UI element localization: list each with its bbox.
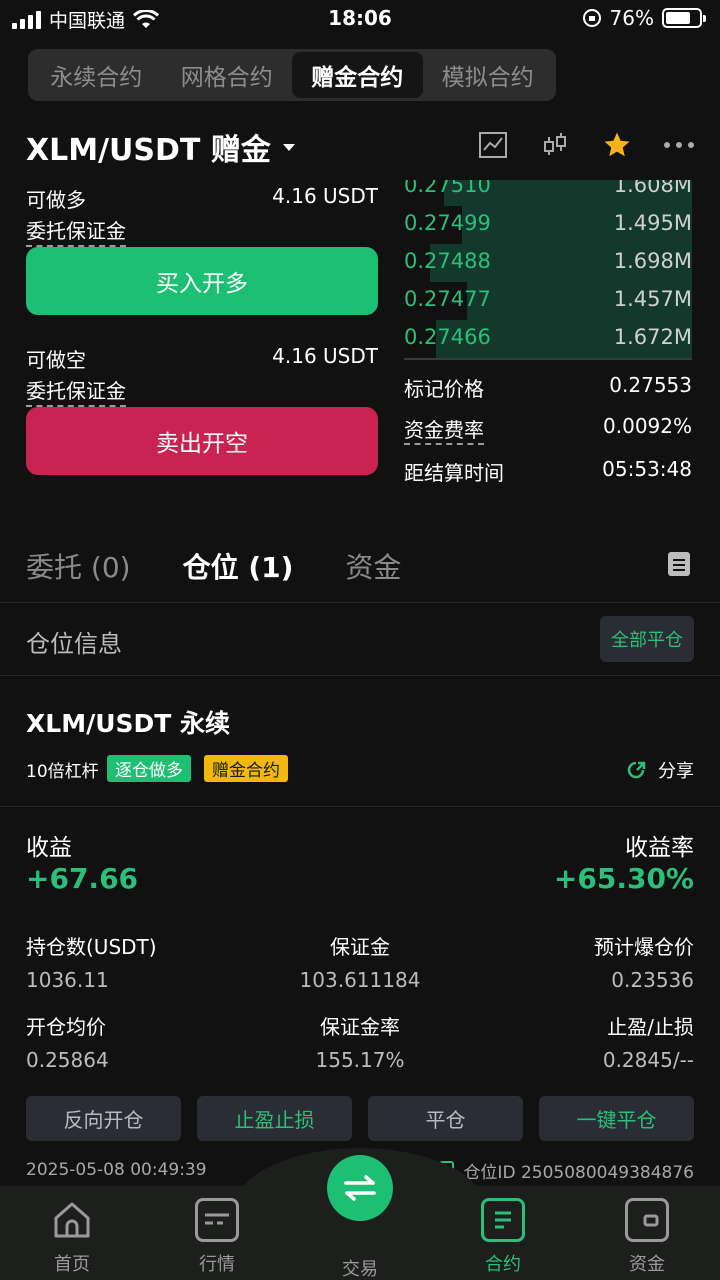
order-book: 0.27510 1.608M 0.27499 1.495M 0.27488 1.698… xyxy=(404,180,692,358)
funding-rate-row: 资金费率 0.0092% xyxy=(404,414,692,445)
position-id: 仓位ID 2505080049384876 xyxy=(433,1158,694,1183)
margin-mode-badge: 逐仓做多 xyxy=(107,755,191,782)
battery-percent: 76% xyxy=(609,6,654,30)
nav-contract[interactable]: 合约 xyxy=(453,1198,553,1276)
short-available-value: 4.16 USDT xyxy=(272,344,378,368)
tp-sl: 止盈/止损 0.2845/-- xyxy=(602,1015,694,1072)
roe-label: 收益率 xyxy=(625,835,694,861)
order-book-divider xyxy=(404,358,692,360)
market-icon xyxy=(195,1198,239,1242)
short-available-label: 可做空 xyxy=(26,348,86,372)
long-available-value: 4.16 USDT xyxy=(272,184,378,208)
wallet-icon xyxy=(625,1198,669,1242)
nav-trade-label: 交易 xyxy=(342,1259,378,1280)
reverse-open-button[interactable]: 反向开仓 xyxy=(26,1096,181,1141)
long-available-label: 可做多 xyxy=(26,188,86,212)
position-tabs: 委托 (0) 仓位 (1) 资金 xyxy=(26,546,401,586)
mark-price-row: 标记价格 0.27553 xyxy=(404,373,692,402)
divider xyxy=(0,675,720,676)
tab-grid[interactable]: 网格合约 xyxy=(162,52,293,98)
nav-market[interactable]: 行情 xyxy=(167,1198,267,1276)
tab-orders[interactable]: 委托 (0) xyxy=(26,546,131,586)
pnl-value: +67.66 xyxy=(26,862,139,895)
position-info-title: 仓位信息 xyxy=(26,630,122,658)
position-margin: 保证金 103.611184 xyxy=(299,935,421,992)
swap-icon xyxy=(344,1175,376,1201)
tab-perpetual[interactable]: 永续合约 xyxy=(31,52,162,98)
divider xyxy=(0,602,720,603)
mark-price-value: 0.27553 xyxy=(609,373,692,397)
settlement-label: 距结算时间 xyxy=(404,461,504,485)
roe-value: +65.30% xyxy=(553,862,694,895)
position-pair: XLM/USDT 永续 xyxy=(26,709,231,738)
close-all-button[interactable]: 全部平仓 xyxy=(600,616,694,662)
more-icon[interactable] xyxy=(662,128,696,162)
caret-down-icon xyxy=(282,143,295,151)
candlestick-icon[interactable] xyxy=(538,128,572,162)
order-book-row[interactable]: 0.27477 1.457M xyxy=(404,282,692,320)
settlement-row: 距结算时间 05:53:48 xyxy=(404,457,692,486)
quick-close-button[interactable]: 一键平仓 xyxy=(539,1096,694,1141)
settlement-countdown: 05:53:48 xyxy=(602,457,692,481)
divider xyxy=(0,806,720,807)
sell-short-button[interactable]: 卖出开空 xyxy=(26,407,378,475)
contract-type-badge: 赠金合约 xyxy=(204,755,288,782)
nav-home[interactable]: 首页 xyxy=(22,1198,122,1276)
line-chart-icon[interactable] xyxy=(476,128,510,162)
funding-rate-value: 0.0092% xyxy=(603,414,692,438)
funding-rate-label[interactable]: 资金费率 xyxy=(404,414,484,445)
document-icon[interactable] xyxy=(668,552,690,576)
leverage-label: 10倍杠杆 xyxy=(26,762,99,782)
long-margin-label[interactable]: 委托保证金 xyxy=(26,215,126,247)
position-timestamp: 2025-05-08 00:49:39 xyxy=(26,1160,207,1180)
nav-assets[interactable]: 资金 xyxy=(597,1198,697,1276)
status-bar: 中国联通 18:06 76% xyxy=(0,0,720,38)
star-icon[interactable] xyxy=(600,128,634,162)
pair-title: XLM/USDT 赠金 xyxy=(26,133,271,168)
margin-ratio: 保证金率 155.17% xyxy=(315,1015,405,1072)
home-icon xyxy=(50,1198,94,1242)
share-label: 分享 xyxy=(658,761,694,782)
close-position-button[interactable]: 平仓 xyxy=(368,1096,523,1141)
position-size: 持仓数(USDT) 1036.11 xyxy=(26,935,157,992)
tab-demo[interactable]: 模拟合约 xyxy=(423,52,554,98)
tp-sl-button[interactable]: 止盈止损 xyxy=(197,1096,352,1141)
share-button[interactable]: 分享 xyxy=(624,757,694,783)
liquidation-price: 预计爆仓价 0.23536 xyxy=(594,935,694,992)
share-icon xyxy=(627,761,646,779)
entry-price: 开仓均价 0.25864 xyxy=(26,1015,109,1072)
contract-icon xyxy=(481,1198,525,1242)
order-book-row[interactable]: 0.27499 1.495M xyxy=(404,206,692,244)
tab-bonus[interactable]: 赠金合约 xyxy=(292,52,423,98)
orientation-lock-icon xyxy=(582,9,601,27)
battery-icon xyxy=(662,8,706,28)
mark-price-label: 标记价格 xyxy=(404,377,484,401)
short-available-row: 可做空 4.16 USDT xyxy=(26,344,378,373)
tab-positions[interactable]: 仓位 (1) xyxy=(183,546,294,586)
pnl-label: 收益 xyxy=(26,835,72,861)
order-book-row[interactable]: 0.27466 1.672M xyxy=(404,320,692,358)
tab-assets[interactable]: 资金 xyxy=(345,546,401,586)
buy-long-button[interactable]: 买入开多 xyxy=(26,247,378,315)
order-book-row[interactable]: 0.27488 1.698M xyxy=(404,244,692,282)
long-available-row: 可做多 4.16 USDT xyxy=(26,184,378,213)
contract-mode-tabs: 永续合约 网格合约 赠金合约 模拟合约 xyxy=(28,49,556,101)
order-book-row[interactable]: 0.27510 1.608M xyxy=(404,180,692,206)
short-margin-label[interactable]: 委托保证金 xyxy=(26,375,126,407)
nav-trade-button[interactable] xyxy=(327,1155,393,1221)
pair-selector[interactable]: XLM/USDT 赠金 xyxy=(26,124,295,170)
